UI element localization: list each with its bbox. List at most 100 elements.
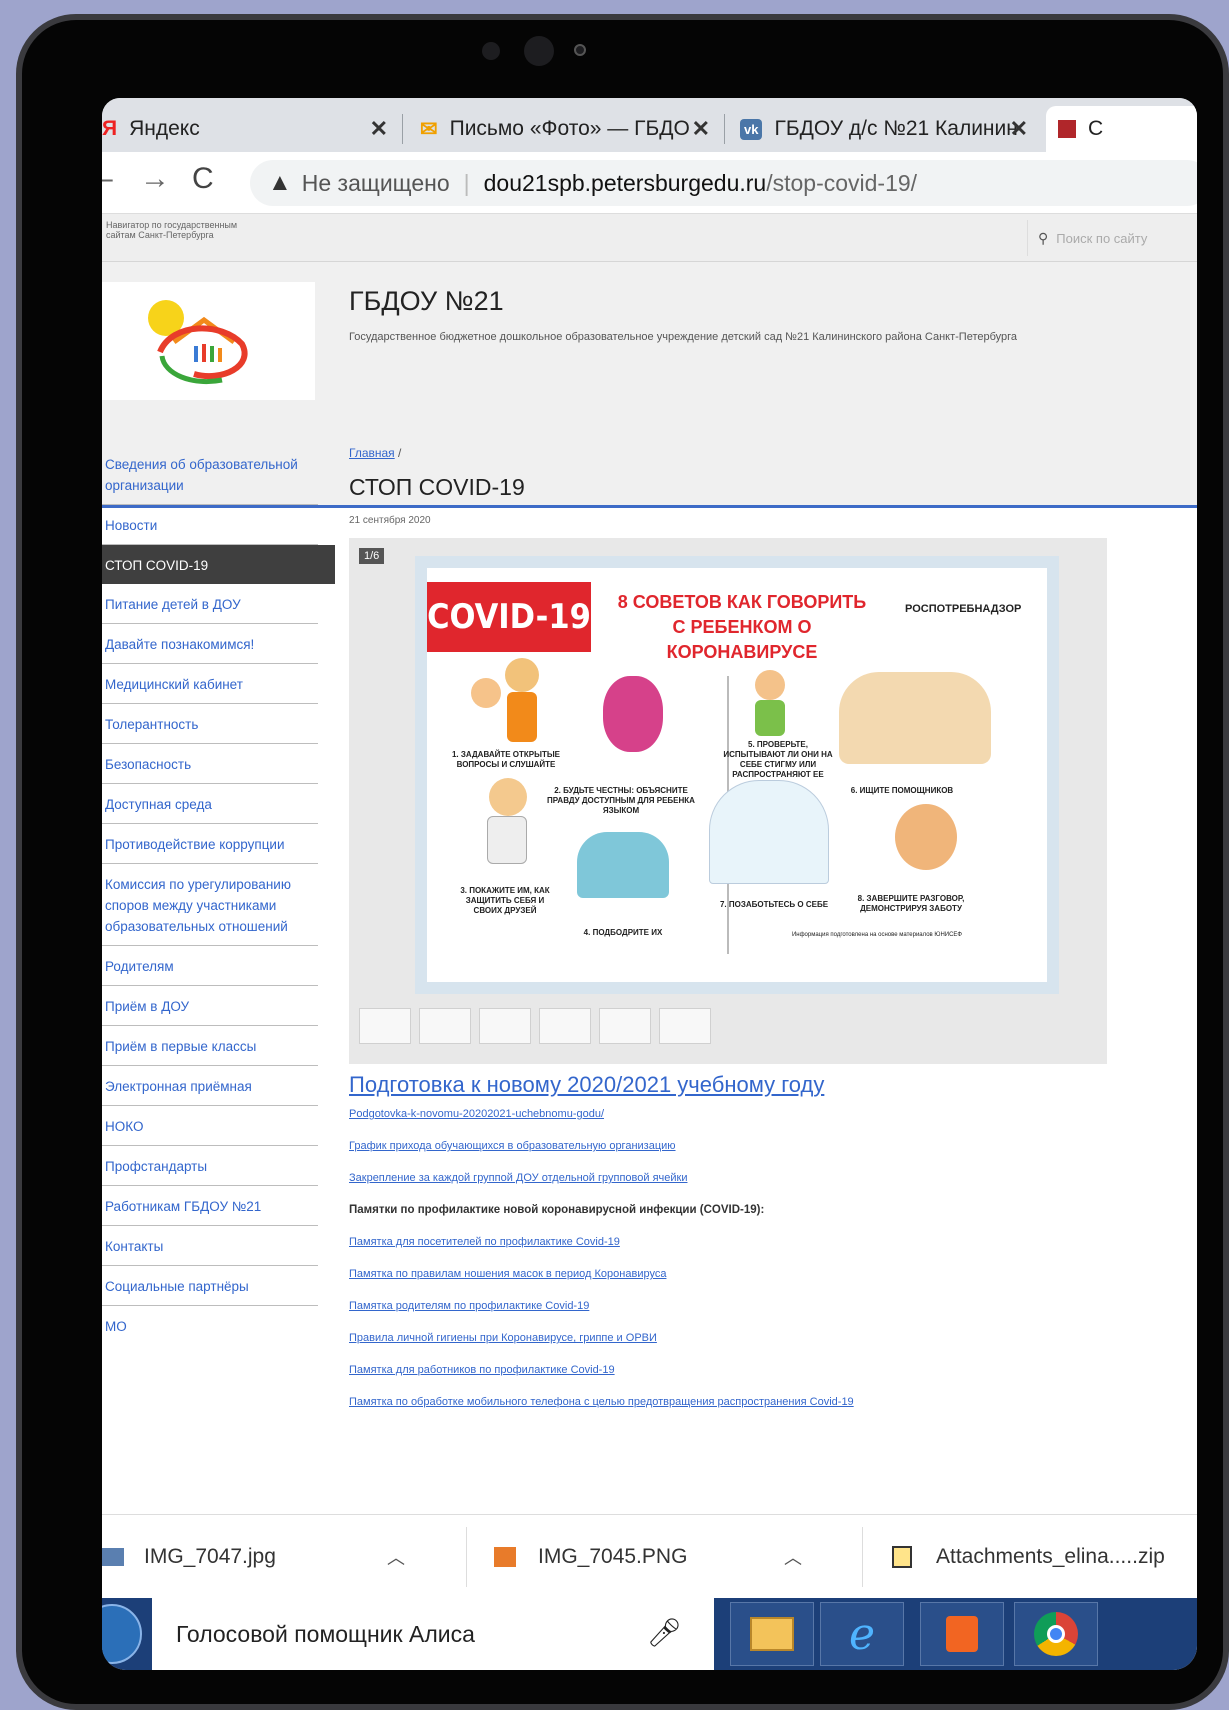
chevron-up-icon[interactable]: ︿: [784, 1544, 802, 1570]
tab-active[interactable]: С: [1046, 106, 1197, 152]
close-icon[interactable]: ✕: [370, 116, 388, 142]
sidebar-item-tolerance[interactable]: Толерантность: [102, 704, 318, 744]
sidebar-item-safety[interactable]: Безопасность: [102, 744, 318, 784]
tab-separator: [724, 114, 725, 144]
poster-tip-8: 8. Завершите разговор, демонстрируя забо…: [857, 894, 965, 913]
memo-link[interactable]: Правила личной гигиены при Коронавирусе,…: [349, 1332, 1169, 1344]
mother-figure-icon: [505, 658, 539, 692]
sidebar-item-staff[interactable]: Работникам ГБДОУ №21: [102, 1186, 318, 1226]
camera-lens: [524, 36, 554, 66]
site-title: ГБДОУ №21: [349, 286, 504, 316]
breadcrumb-home-link[interactable]: Главная: [349, 446, 395, 460]
sidebar-item-mo[interactable]: МО: [102, 1306, 318, 1345]
sidebar-item-contacts[interactable]: Контакты: [102, 1226, 318, 1266]
sidebar-item-org-info[interactable]: Сведения об образовательной организации: [102, 444, 318, 505]
download-item[interactable]: IMG_7045.PNG ︿: [494, 1515, 824, 1599]
poster-canvas: COVID-19 8 СОВЕТОВ КАК ГОВОРИТЬ С РЕБЕНК…: [427, 568, 1047, 982]
site-top-strip: Навигатор по государственным сайтам Санк…: [102, 214, 1197, 262]
memo-link[interactable]: Памятка по обработке мобильного телефона…: [349, 1396, 1169, 1408]
tab-bar: Я Яндекс ✕ ✉ Письмо «Фото» — ГБДО ✕ vk Г…: [102, 98, 1197, 152]
microphone-icon[interactable]: 🎤︎: [646, 1616, 682, 1649]
gallery-thumb[interactable]: [479, 1008, 531, 1044]
sidebar-item-nutrition[interactable]: Питание детей в ДОУ: [102, 584, 318, 624]
poster-tip-7: 7. Позаботьтесь о себе: [719, 900, 829, 909]
sidebar-item-noko[interactable]: НОКО: [102, 1106, 318, 1146]
covid-poster[interactable]: COVID-19 8 СОВЕТОВ КАК ГОВОРИТЬ С РЕБЕНК…: [415, 556, 1059, 994]
url-divider: |: [463, 169, 470, 196]
publish-date: 21 сентября 2020: [349, 515, 431, 526]
kindergarten-logo-icon: [148, 300, 248, 384]
doc-link[interactable]: Закрепление за каждой группой ДОУ отдель…: [349, 1172, 1169, 1184]
memo-link[interactable]: Памятка для посетителей по профилактике …: [349, 1236, 1169, 1248]
sidebar-item-standards[interactable]: Профстандарты: [102, 1146, 318, 1186]
image-gallery[interactable]: 1/6 COVID-19 8 СОВЕТОВ КАК ГОВОРИТЬ С РЕ…: [349, 538, 1107, 1064]
close-icon[interactable]: ✕: [692, 116, 710, 142]
sidebar-item-news[interactable]: Новости: [102, 505, 318, 545]
sidebar-nav: Сведения об образовательной организации …: [102, 444, 335, 1345]
download-item[interactable]: IMG_7047.jpg ︿: [102, 1515, 432, 1599]
warning-icon: ▲: [268, 169, 292, 196]
url-host: dou21spb.petersburgedu.ru: [483, 169, 767, 196]
screen: Я Яндекс ✕ ✉ Письмо «Фото» — ГБДО ✕ vk Г…: [102, 98, 1197, 1670]
url-field[interactable]: ▲ Не защищено | dou21spb.petersburgedu.r…: [250, 160, 1197, 206]
tab-vk[interactable]: vk ГБДОУ д/с №21 Калинин ✕: [740, 106, 1040, 152]
file-explorer-icon[interactable]: [730, 1602, 814, 1666]
download-item[interactable]: Attachments_elina.....zip: [892, 1515, 1192, 1599]
gallery-thumb[interactable]: [419, 1008, 471, 1044]
mail-icon: ✉: [420, 117, 438, 141]
back-arrow-icon[interactable]: –: [102, 162, 113, 196]
search-icon: ⚲: [1038, 229, 1049, 246]
alice-assistant-field[interactable]: Голосовой помощник Алиса 🎤︎: [152, 1598, 714, 1670]
site-favicon-icon: [1058, 120, 1076, 138]
gallery-thumb[interactable]: [659, 1008, 711, 1044]
main-content: Главная / СТОП COVID-19 21 сентября 2020…: [349, 446, 1169, 1408]
vk-icon: vk: [740, 118, 763, 140]
breadcrumb: Главная /: [349, 446, 1169, 460]
gallery-thumb[interactable]: [599, 1008, 651, 1044]
reload-icon[interactable]: C: [192, 162, 214, 196]
media-player-icon[interactable]: [920, 1602, 1004, 1666]
site-logo[interactable]: [102, 282, 315, 400]
school-year-link[interactable]: Подготовка к новому 2020/2021 учебному г…: [349, 1072, 1169, 1098]
sidebar-item-parents[interactable]: Родителям: [102, 946, 318, 986]
tab-mail[interactable]: ✉ Письмо «Фото» — ГБДО ✕: [420, 106, 722, 152]
gallery-thumb[interactable]: [539, 1008, 591, 1044]
zip-file-icon: [892, 1546, 912, 1568]
sidebar-item-accessibility[interactable]: Доступная среда: [102, 784, 318, 824]
chevron-up-icon[interactable]: ︿: [387, 1544, 405, 1570]
internet-explorer-icon[interactable]: e: [820, 1602, 904, 1666]
download-filename: Attachments_elina.....zip: [936, 1545, 1165, 1568]
gov-navigator-link[interactable]: Навигатор по государственным сайтам Санк…: [106, 220, 246, 240]
tab-title: С: [1088, 117, 1104, 140]
tab-yandex[interactable]: Я Яндекс ✕: [102, 106, 400, 152]
doc-link[interactable]: Podgotovka-k-novomu-20202021-uchebnomu-g…: [349, 1108, 1169, 1120]
sidebar-item-medical[interactable]: Медицинский кабинет: [102, 664, 318, 704]
sidebar-item-partners[interactable]: Социальные партнёры: [102, 1266, 318, 1306]
forward-arrow-icon[interactable]: →: [140, 162, 170, 196]
poster-covid-badge: COVID-19: [427, 582, 591, 652]
close-icon[interactable]: ✕: [1010, 116, 1028, 142]
poster-tip-3: 3. Покажите им, как защитить себя и свои…: [460, 886, 550, 915]
alice-label: Голосовой помощник Алиса: [176, 1620, 475, 1647]
sidebar-item-stop-covid[interactable]: СТОП COVID-19: [102, 545, 335, 584]
poster-tip-5: 5. Проверьте, испытывают ли они на себе …: [723, 740, 833, 779]
sidebar-item-e-reception[interactable]: Электронная приёмная: [102, 1066, 318, 1106]
gallery-thumb[interactable]: [359, 1008, 411, 1044]
page-title: СТОП COVID-19: [349, 474, 525, 500]
memo-link[interactable]: Памятка по правилам ношения масок в пери…: [349, 1268, 1169, 1280]
children-reading-icon: [577, 832, 669, 898]
poster-footnote: Информация подготовлена на основе матери…: [791, 932, 962, 938]
sidebar-item-anticorruption[interactable]: Противодействие коррупции: [102, 824, 318, 864]
sidebar-item-acquaintance[interactable]: Давайте познакомимся!: [102, 624, 318, 664]
sidebar-item-admission[interactable]: Приём в ДОУ: [102, 986, 318, 1026]
sidebar-item-disputes[interactable]: Комиссия по урегулированию споров между …: [102, 864, 318, 946]
window-family-icon: [709, 780, 829, 884]
sidebar-item-first-grade[interactable]: Приём в первые классы: [102, 1026, 318, 1066]
chrome-icon[interactable]: [1014, 1602, 1098, 1666]
memo-link[interactable]: Памятка родителям по профилактике Covid-…: [349, 1300, 1169, 1312]
memo-link[interactable]: Памятка для работников по профилактике C…: [349, 1364, 1169, 1376]
site-search[interactable]: ⚲ Поиск по сайту: [1027, 220, 1197, 256]
doc-link[interactable]: График прихода обучающихся в образовател…: [349, 1140, 1169, 1152]
downloads-bar: IMG_7047.jpg ︿ IMG_7045.PNG ︿ Attachment…: [102, 1514, 1197, 1598]
start-button-icon[interactable]: [102, 1604, 142, 1664]
